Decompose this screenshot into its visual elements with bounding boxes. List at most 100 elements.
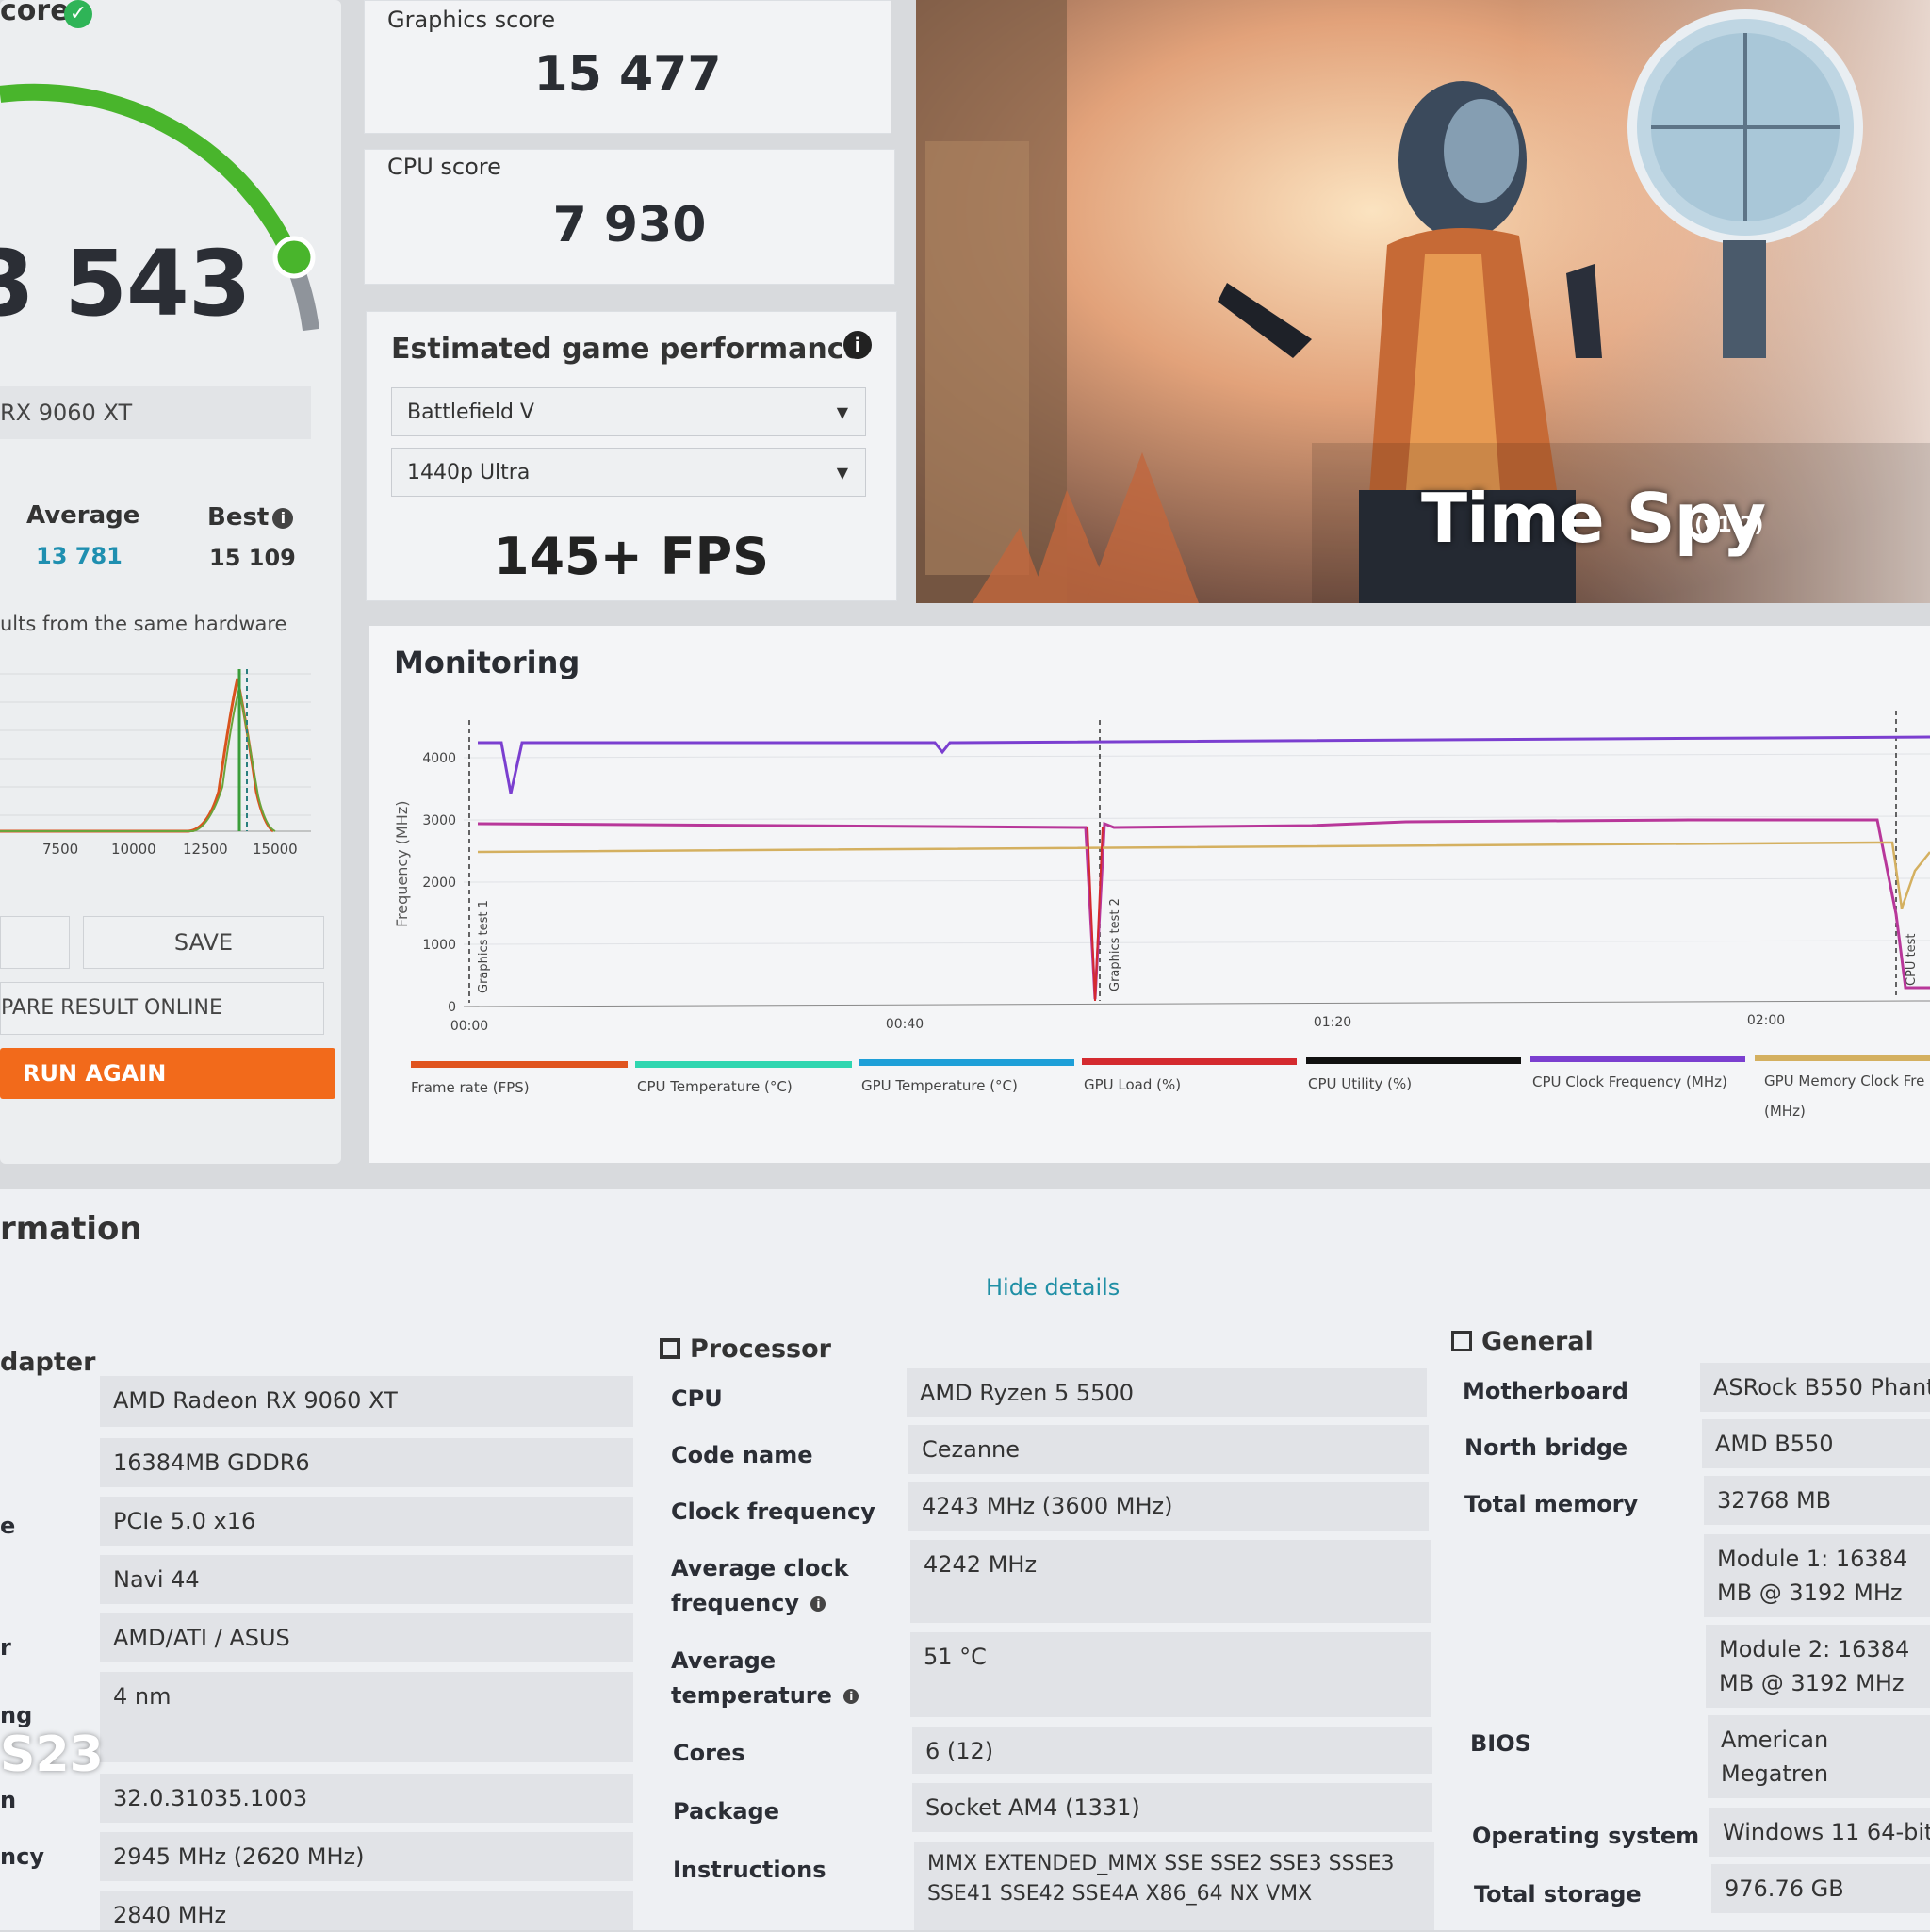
score-title: core [0, 0, 70, 27]
info-icon[interactable]: i [843, 331, 872, 359]
graphics-score-value: 15 477 [533, 46, 722, 103]
legend-label: Frame rate (FPS) [411, 1079, 530, 1096]
info-icon[interactable]: i [843, 1689, 859, 1704]
cpu-score-label: CPU score [387, 154, 501, 180]
total-memory-value: 32768 MB [1704, 1476, 1930, 1525]
legend-label: CPU Temperature (°C) [637, 1078, 793, 1095]
check-icon: ✓ [64, 0, 92, 28]
legend-label: (MHz) [1764, 1103, 1806, 1120]
best-label: Best i [207, 503, 294, 532]
chevron-down-icon: ▼ [836, 403, 848, 421]
best-value: 15 109 [209, 545, 296, 571]
bios-value: American Megatren 09/30/2025 [1708, 1715, 1930, 1798]
north-bridge-value: AMD B550 [1702, 1419, 1930, 1468]
general-row-label: North bridge [1464, 1434, 1628, 1461]
memory-module-1-value: Module 1: 16384 MB @ 3192 MHz DDR [1704, 1534, 1930, 1617]
chart-x-tick: 02:00 [1747, 1013, 1785, 1028]
chevron-down-icon: ▼ [836, 464, 848, 482]
histogram-tick: 12500 [183, 841, 228, 858]
series-cpu-clock-frequency [478, 735, 1930, 794]
gpu-process-value: 4 nm [100, 1672, 633, 1762]
cpu-score-card: CPU score 7 930 [364, 149, 895, 285]
system-information-panel: rmation Hide details dapter e r ng n ncy… [0, 1189, 1930, 1930]
general-row-label: Total storage [1474, 1881, 1642, 1907]
preset-select[interactable]: 1440p Ultra ▼ [391, 448, 866, 497]
graphics-score-card: Graphics score 15 477 [364, 0, 891, 134]
cpu-clock-value: 4243 MHz (3600 MHz) [908, 1482, 1429, 1531]
total-storage-value: 976.76 GB [1711, 1864, 1930, 1913]
graphics-score-label: Graphics score [387, 7, 556, 33]
gpu-row-label: n [0, 1787, 17, 1813]
legend-swatch [1306, 1057, 1521, 1064]
chart-x-tick: 01:20 [1314, 1015, 1351, 1030]
monitoring-panel: Monitoring Frequency (MHz) 4000 3000 200… [369, 626, 1930, 1163]
histogram-tick: 7500 [42, 841, 78, 858]
gpu-bus-value: PCIe 5.0 x16 [100, 1497, 633, 1546]
chart-y-tick: 3000 [422, 813, 456, 828]
chart-y-tick: 4000 [422, 751, 456, 766]
game-select-value: Battlefield V [407, 401, 534, 424]
legend-swatch [1082, 1058, 1297, 1065]
cpu-row-label: CPU [671, 1385, 723, 1412]
motherboard-value: ASRock B550 Phanto [1700, 1363, 1930, 1412]
gpu-name: RX 9060 XT [0, 400, 133, 426]
processor-icon [660, 1338, 680, 1359]
info-icon[interactable]: i [810, 1596, 826, 1612]
histogram-tick: 15000 [253, 841, 298, 858]
gauge-knob [272, 236, 316, 279]
processor-section-heading: Processor [660, 1334, 831, 1364]
save-button[interactable]: SAVE [83, 916, 324, 969]
hide-details-link[interactable]: Hide details [986, 1274, 1120, 1301]
cpu-row-label: Clock frequency [671, 1498, 875, 1525]
cpu-row-label: Code name [671, 1442, 813, 1468]
legend-swatch [1755, 1055, 1930, 1061]
gpu-manufacturer-value: AMD/ATI / ASUS [100, 1613, 633, 1662]
cpu-package-value: Socket AM4 (1331) [912, 1783, 1432, 1832]
chart-x-tick: 00:00 [450, 1019, 488, 1034]
total-score: 3 543 [0, 231, 252, 336]
legend-label: CPU Utility (%) [1308, 1075, 1412, 1092]
left-small-button[interactable] [0, 916, 70, 969]
chart-y-tick: 0 [448, 1000, 456, 1015]
camera-watermark: S23 [0, 1727, 104, 1783]
general-section-heading: General [1451, 1327, 1594, 1356]
info-icon[interactable]: i [272, 507, 294, 529]
cpu-row-label: Average temperature i [671, 1644, 859, 1713]
test-marker-label: CPU test [1905, 933, 1919, 986]
legend-label: GPU Load (%) [1084, 1076, 1181, 1093]
game-select[interactable]: Battlefield V ▼ [391, 387, 866, 436]
score-histogram: 7500 10000 12500 15000 [0, 669, 311, 858]
cpu-codename-value: Cezanne [908, 1425, 1429, 1474]
monitoring-chart: Frequency (MHz) 4000 3000 2000 1000 0 00… [393, 711, 1930, 1120]
gpu-section-heading: dapter [0, 1348, 96, 1377]
general-row-label: BIOS [1470, 1730, 1531, 1757]
compare-result-online-button[interactable]: PARE RESULT ONLINE [0, 982, 324, 1035]
legend-label: GPU Temperature (°C) [861, 1077, 1018, 1094]
test-marker-label: Graphics test 2 [1108, 898, 1122, 991]
run-again-button[interactable]: RUN AGAIN [0, 1048, 335, 1099]
legend-label: GPU Memory Clock Fre [1764, 1072, 1924, 1089]
legend-swatch [859, 1059, 1074, 1066]
general-icon [1451, 1331, 1472, 1351]
benchmark-hero-image: Time Spy (v1.2) [916, 0, 1930, 603]
system-information-title: rmation [0, 1210, 142, 1248]
general-row-label: Operating system [1472, 1823, 1700, 1849]
gpu-name-value: AMD Radeon RX 9060 XT [100, 1376, 633, 1427]
cpu-row-label: Package [673, 1798, 779, 1825]
score-panel: core ✓ 3 543 RX 9060 XT Average 13 781 B… [0, 0, 341, 1164]
series-gpu-memory-clock [477, 841, 1930, 909]
average-label: Average [26, 501, 140, 530]
cpu-cores-value: 6 (12) [912, 1727, 1432, 1774]
histogram-caption: ults from the same hardware [0, 613, 287, 635]
general-row-label: Motherboard [1463, 1378, 1628, 1404]
gpu-codename-value: Navi 44 [100, 1555, 633, 1604]
gpu-row-label: e [0, 1513, 16, 1539]
chart-legend [411, 1055, 1930, 1068]
test-marker-label: Graphics test 1 [477, 900, 491, 993]
legend-swatch [635, 1061, 852, 1068]
gpu-memory-value: 16384MB GDDR6 [100, 1438, 633, 1487]
cpu-row-label: Instructions [673, 1857, 826, 1883]
legend-swatch [1530, 1056, 1745, 1062]
chart-y-tick: 2000 [422, 876, 456, 891]
estimated-game-performance-card: Estimated game performance i Battlefield… [366, 311, 897, 601]
